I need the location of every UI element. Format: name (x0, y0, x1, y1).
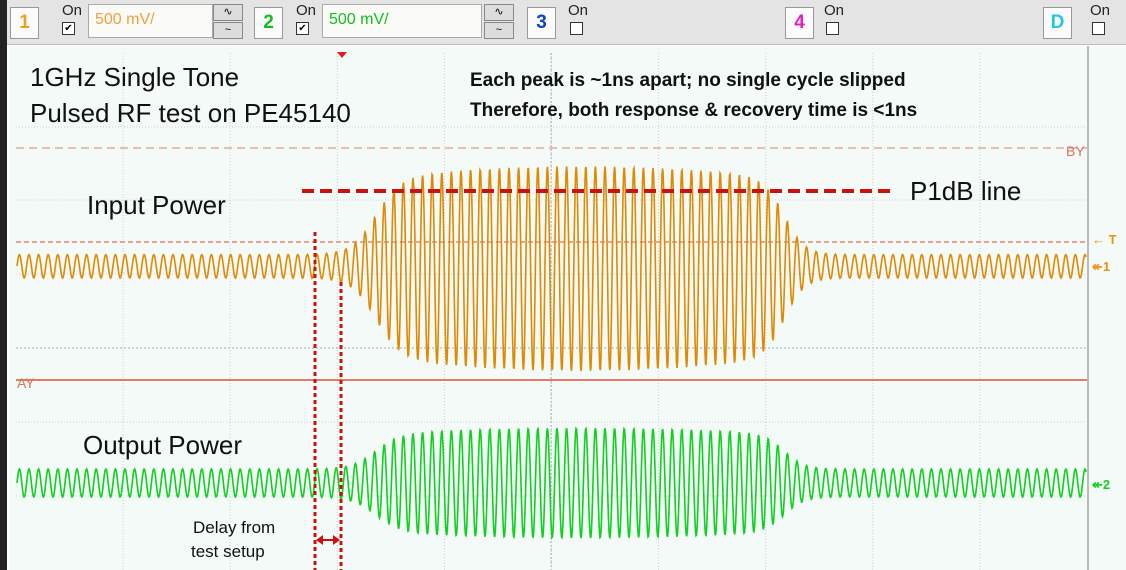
cursor-ay-marker[interactable]: AY (17, 375, 35, 391)
p1db-label: P1dB line (910, 176, 1022, 206)
note-line-1: Each peak is ~1ns apart; no single cycle… (470, 70, 906, 91)
ch2-ground-marker[interactable]: ↞2 (1092, 477, 1110, 493)
output-power-label: Output Power (83, 430, 242, 460)
ch1-ground-marker[interactable]: ↞1 (1092, 259, 1110, 275)
input-power-label: Input Power (87, 190, 226, 220)
title-line-1: 1GHz Single Tone (30, 62, 240, 92)
note-line-2: Therefore, both response & recovery time… (470, 100, 918, 121)
delay-label-1: Delay from (193, 518, 276, 537)
trigger-label: T (1108, 232, 1117, 247)
ch1-marker-label: 1 (1102, 259, 1111, 274)
delay-arrow-left-head (316, 535, 323, 545)
cursor-by-marker[interactable]: BY (1066, 143, 1085, 159)
delay-arrow-right-head (333, 535, 340, 545)
ch2-marker-label: 2 (1102, 477, 1111, 492)
trigger-position-marker (337, 52, 347, 58)
title-line-2: Pulsed RF test on PE45140 (30, 98, 351, 128)
delay-label-2: test setup (191, 542, 265, 561)
trigger-level-marker[interactable]: ← T (1092, 232, 1117, 247)
